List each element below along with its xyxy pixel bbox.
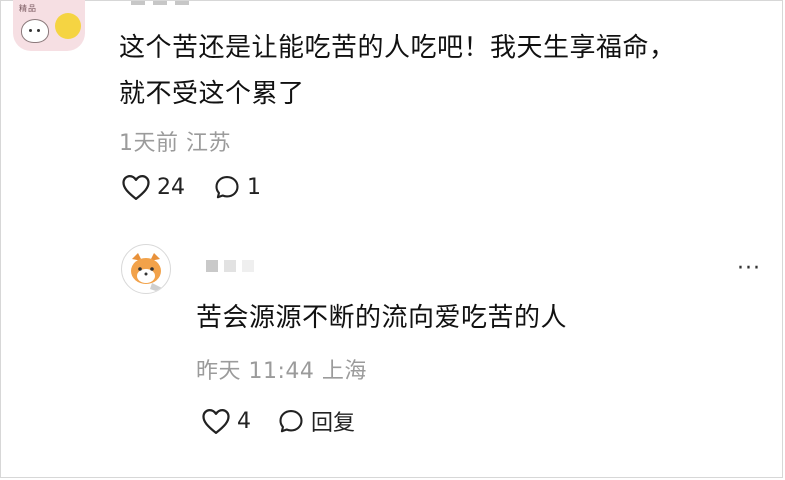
- reply-actions: 4 回复: [201, 405, 355, 437]
- reply-time: 昨天 11:44: [196, 359, 315, 384]
- more-options-button[interactable]: ···: [737, 256, 761, 281]
- reply-meta: 昨天 11:44 上海: [196, 353, 367, 385]
- heart-badge-icon: [55, 13, 81, 39]
- screenshot-frame: 精品 这个苦还是让能吃苦的人吃吧！我天生享福命， 就不受这个累了 1天前 江苏 …: [0, 0, 783, 478]
- comment-line: 就不受这个累了: [119, 79, 305, 109]
- like-count: 4: [237, 408, 251, 434]
- avatar-tag-text: 精品: [19, 4, 37, 13]
- like-button[interactable]: 24: [121, 173, 185, 201]
- speech-bubble-icon: [215, 176, 239, 199]
- cat-face-icon: [21, 19, 49, 43]
- comment-location: 江苏: [186, 131, 232, 156]
- redacted-username: [206, 260, 254, 272]
- comment-line: 这个苦还是让能吃苦的人吃吧！我天生享福命，: [119, 33, 676, 63]
- speech-bubble-icon: [279, 410, 303, 433]
- reply-count: 1: [247, 174, 261, 200]
- avatar[interactable]: 精品: [13, 0, 85, 51]
- reply-location: 上海: [321, 359, 367, 384]
- comment-body: 这个苦还是让能吃苦的人吃吧！我天生享福命， 就不受这个累了: [119, 25, 759, 117]
- like-button[interactable]: 4: [201, 407, 251, 435]
- comment-actions: 24 1: [121, 173, 261, 201]
- more-dots-icon: ···: [737, 256, 761, 281]
- reply-count-button[interactable]: 1: [213, 173, 261, 201]
- like-count: 24: [157, 174, 185, 200]
- reply-button[interactable]: 回复: [277, 405, 355, 437]
- comment-time: 1天前: [119, 131, 179, 156]
- redacted-username: [131, 1, 189, 5]
- fox-icon: [131, 253, 164, 293]
- reply-avatar[interactable]: [121, 244, 171, 294]
- reply-label: 回复: [311, 411, 356, 436]
- heart-outline-icon: [202, 409, 230, 434]
- heart-outline-icon: [122, 175, 150, 200]
- comment-meta: 1天前 江苏: [119, 125, 231, 157]
- reply-body: 苦会源源不断的流向爱吃苦的人: [196, 303, 568, 333]
